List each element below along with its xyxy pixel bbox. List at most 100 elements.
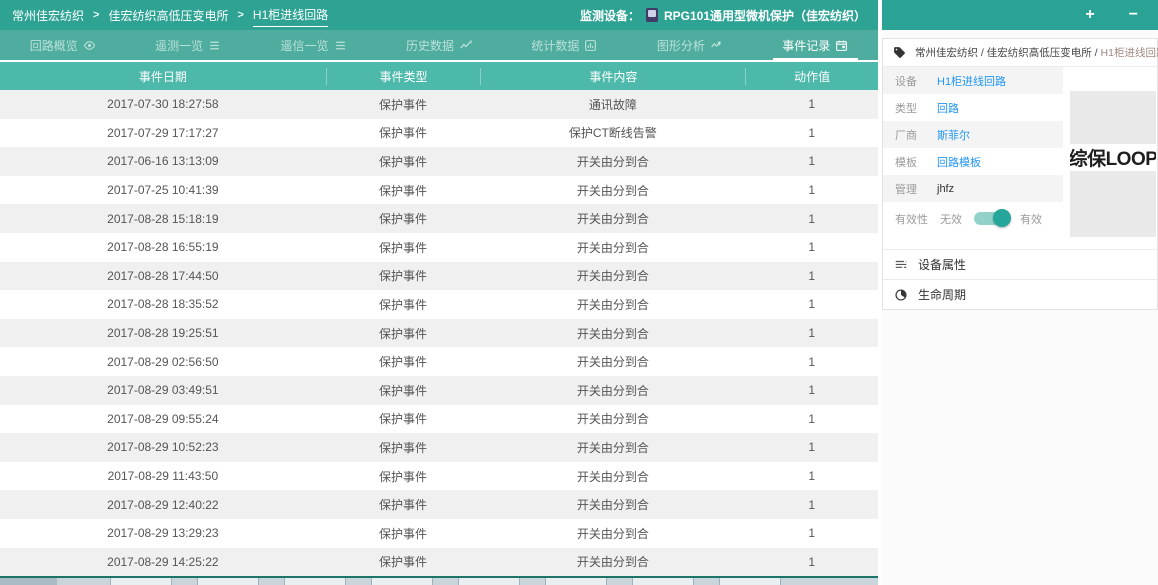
table-cell: 1 (745, 498, 878, 512)
device-info-panel: + − 常州佳宏纺织 / 佳宏纺织高低压变电所 / H1柜进线回路 设备H1柜进… (882, 0, 1158, 585)
section-lifecycle[interactable]: 生命周期 (883, 279, 1157, 309)
table-cell: 保护事件 (326, 153, 481, 170)
table-cell: 1 (745, 440, 878, 454)
list-icon (208, 39, 221, 52)
calendar-icon (835, 39, 848, 52)
table-cell: 1 (745, 383, 878, 397)
table-cell: 开关由分到合 (480, 153, 745, 170)
scrollbar-segment (545, 578, 607, 585)
table-cell: 开关由分到合 (480, 325, 745, 342)
table-cell: 2017-07-29 17:17:27 (0, 126, 326, 140)
table-cell: 保护CT断线告警 (480, 124, 745, 141)
list-icon (334, 39, 347, 52)
scrollbar-segment (719, 578, 781, 585)
table-cell: 2017-08-28 18:35:52 (0, 297, 326, 311)
table-row[interactable]: 2017-08-28 17:44:50保护事件开关由分到合1 (0, 262, 878, 291)
tab-history-data[interactable]: 历史数据 (376, 30, 501, 60)
table-cell: 1 (745, 154, 878, 168)
tab-bar: 回路概览遥测一览 遥信一览 历史数据统计数据图形分析 事件记录 (0, 30, 878, 60)
table-row[interactable]: 2017-08-29 13:29:23保护事件开关由分到合1 (0, 519, 878, 548)
field-value-link[interactable]: H1柜进线回路 (937, 73, 1006, 89)
field-value: jhfz (937, 183, 954, 195)
field-label: 厂商 (895, 127, 937, 143)
breadcrumb-item-substation[interactable]: 佳宏纺织高低压变电所 (108, 7, 228, 24)
field-device: 设备H1柜进线回路 (883, 67, 1063, 94)
tab-label: 遥信一览 (281, 37, 329, 54)
table-cell: 2017-08-29 09:55:24 (0, 412, 326, 426)
tab-event-log[interactable]: 事件记录 (753, 30, 878, 60)
tab-graph-analysis[interactable]: 图形分析 (627, 30, 752, 60)
table-row[interactable]: 2017-08-28 16:55:19保护事件开关由分到合1 (0, 233, 878, 262)
table-cell: 保护事件 (326, 325, 481, 342)
table-row[interactable]: 2017-08-28 18:35:52保护事件开关由分到合1 (0, 290, 878, 319)
zoom-out-button[interactable]: − (1129, 7, 1138, 23)
table-row[interactable]: 2017-08-29 12:40:22保护事件开关由分到合1 (0, 490, 878, 519)
validity-label: 有效性 (895, 211, 928, 227)
section-device-properties[interactable]: 设备属性 (883, 249, 1157, 279)
scrollbar-segment (458, 578, 520, 585)
tab-label: 事件记录 (782, 37, 830, 54)
monitor-device: 监测设备： RPG101通用型微机保护（佳宏纺织） (580, 7, 866, 24)
table-row[interactable]: 2017-07-30 18:27:58保护事件通讯故障1 (0, 90, 878, 119)
table-cell: 2017-08-28 19:25:51 (0, 326, 326, 340)
column-header-action-value: 动作值 (745, 68, 878, 85)
table-cell: 开关由分到合 (480, 496, 745, 513)
toggle-knob (993, 209, 1011, 227)
tab-circuit-overview[interactable]: 回路概览 (0, 30, 125, 60)
field-value-link[interactable]: 斯菲尔 (937, 127, 970, 143)
table-row[interactable]: 2017-06-16 13:13:09保护事件开关由分到合1 (0, 147, 878, 176)
table-row[interactable]: 2017-08-29 02:56:50保护事件开关由分到合1 (0, 347, 878, 376)
table-cell: 开关由分到合 (480, 296, 745, 313)
table-cell: 2017-07-30 18:27:58 (0, 97, 326, 111)
table-row[interactable]: 2017-08-29 09:55:24保护事件开关由分到合1 (0, 405, 878, 434)
table-cell: 1 (745, 126, 878, 140)
scrollbar-segment (371, 578, 433, 585)
device-info-card: 常州佳宏纺织 / 佳宏纺织高低压变电所 / H1柜进线回路 设备H1柜进线回路类… (882, 38, 1158, 310)
image-fill (1070, 91, 1156, 144)
field-value-link[interactable]: 回路 (937, 100, 959, 116)
table-cell: 保护事件 (326, 267, 481, 284)
table-cell: 开关由分到合 (480, 468, 745, 485)
panel-header: + − (882, 0, 1158, 30)
table-cell: 1 (745, 412, 878, 426)
bottom-scrollbar[interactable] (0, 578, 878, 585)
main-content-area: 常州佳宏纺织 > 佳宏纺织高低压变电所 > H1柜进线回路 监测设备： RPG1… (0, 0, 878, 585)
app-header: 常州佳宏纺织 > 佳宏纺织高低压变电所 > H1柜进线回路 监测设备： RPG1… (0, 0, 878, 30)
tab-telemetry-list[interactable]: 遥测一览 (125, 30, 250, 60)
table-row[interactable]: 2017-07-29 17:17:27保护事件保护CT断线告警1 (0, 119, 878, 148)
breadcrumb: 常州佳宏纺织 > 佳宏纺织高低压变电所 > H1柜进线回路 (12, 6, 328, 24)
table-cell: 2017-08-29 11:43:50 (0, 469, 326, 483)
field-label: 模板 (895, 154, 937, 170)
column-header-event-type: 事件类型 (326, 68, 481, 85)
table-row[interactable]: 2017-08-28 19:25:51保护事件开关由分到合1 (0, 319, 878, 348)
table-cell: 2017-08-29 12:40:22 (0, 498, 326, 512)
field-vendor: 厂商斯菲尔 (883, 121, 1063, 148)
table-cell: 保护事件 (326, 353, 481, 370)
validity-toggle[interactable] (974, 212, 1008, 225)
table-row[interactable]: 2017-08-28 15:18:19保护事件开关由分到合1 (0, 204, 878, 233)
field-value-link[interactable]: 回路模板 (937, 154, 981, 170)
tab-telesignal-list[interactable]: 遥信一览 (251, 30, 376, 60)
table-row[interactable]: 2017-08-29 11:43:50保护事件开关由分到合1 (0, 462, 878, 491)
analytics-icon (710, 39, 723, 52)
scrollbar-segment (110, 578, 172, 585)
section-label: 生命周期 (918, 286, 966, 303)
table-cell: 1 (745, 469, 878, 483)
breadcrumb-item-factory[interactable]: 常州佳宏纺织 (12, 7, 84, 24)
zoom-in-button[interactable]: + (1085, 7, 1094, 23)
tab-statistics-data[interactable]: 统计数据 (502, 30, 627, 60)
breadcrumb-separator: > (237, 9, 243, 21)
monitor-device-name[interactable]: RPG101通用型微机保护（佳宏纺织） (664, 7, 866, 24)
breadcrumb-item-circuit[interactable]: H1柜进线回路 (253, 6, 328, 27)
breadcrumb-separator: > (93, 9, 99, 21)
table-cell: 1 (745, 555, 878, 569)
table-cell: 2017-08-29 03:49:51 (0, 383, 326, 397)
table-row[interactable]: 2017-08-29 14:25:22保护事件开关由分到合1 (0, 548, 878, 577)
event-table-body: 2017-07-30 18:27:58保护事件通讯故障12017-07-29 1… (0, 90, 878, 576)
table-cell: 开关由分到合 (480, 410, 745, 427)
section-label: 设备属性 (918, 256, 966, 273)
table-row[interactable]: 2017-07-25 10:41:39保护事件开关由分到合1 (0, 176, 878, 205)
table-row[interactable]: 2017-08-29 10:52:23保护事件开关由分到合1 (0, 433, 878, 462)
table-cell: 开关由分到合 (480, 239, 745, 256)
table-row[interactable]: 2017-08-29 03:49:51保护事件开关由分到合1 (0, 376, 878, 405)
